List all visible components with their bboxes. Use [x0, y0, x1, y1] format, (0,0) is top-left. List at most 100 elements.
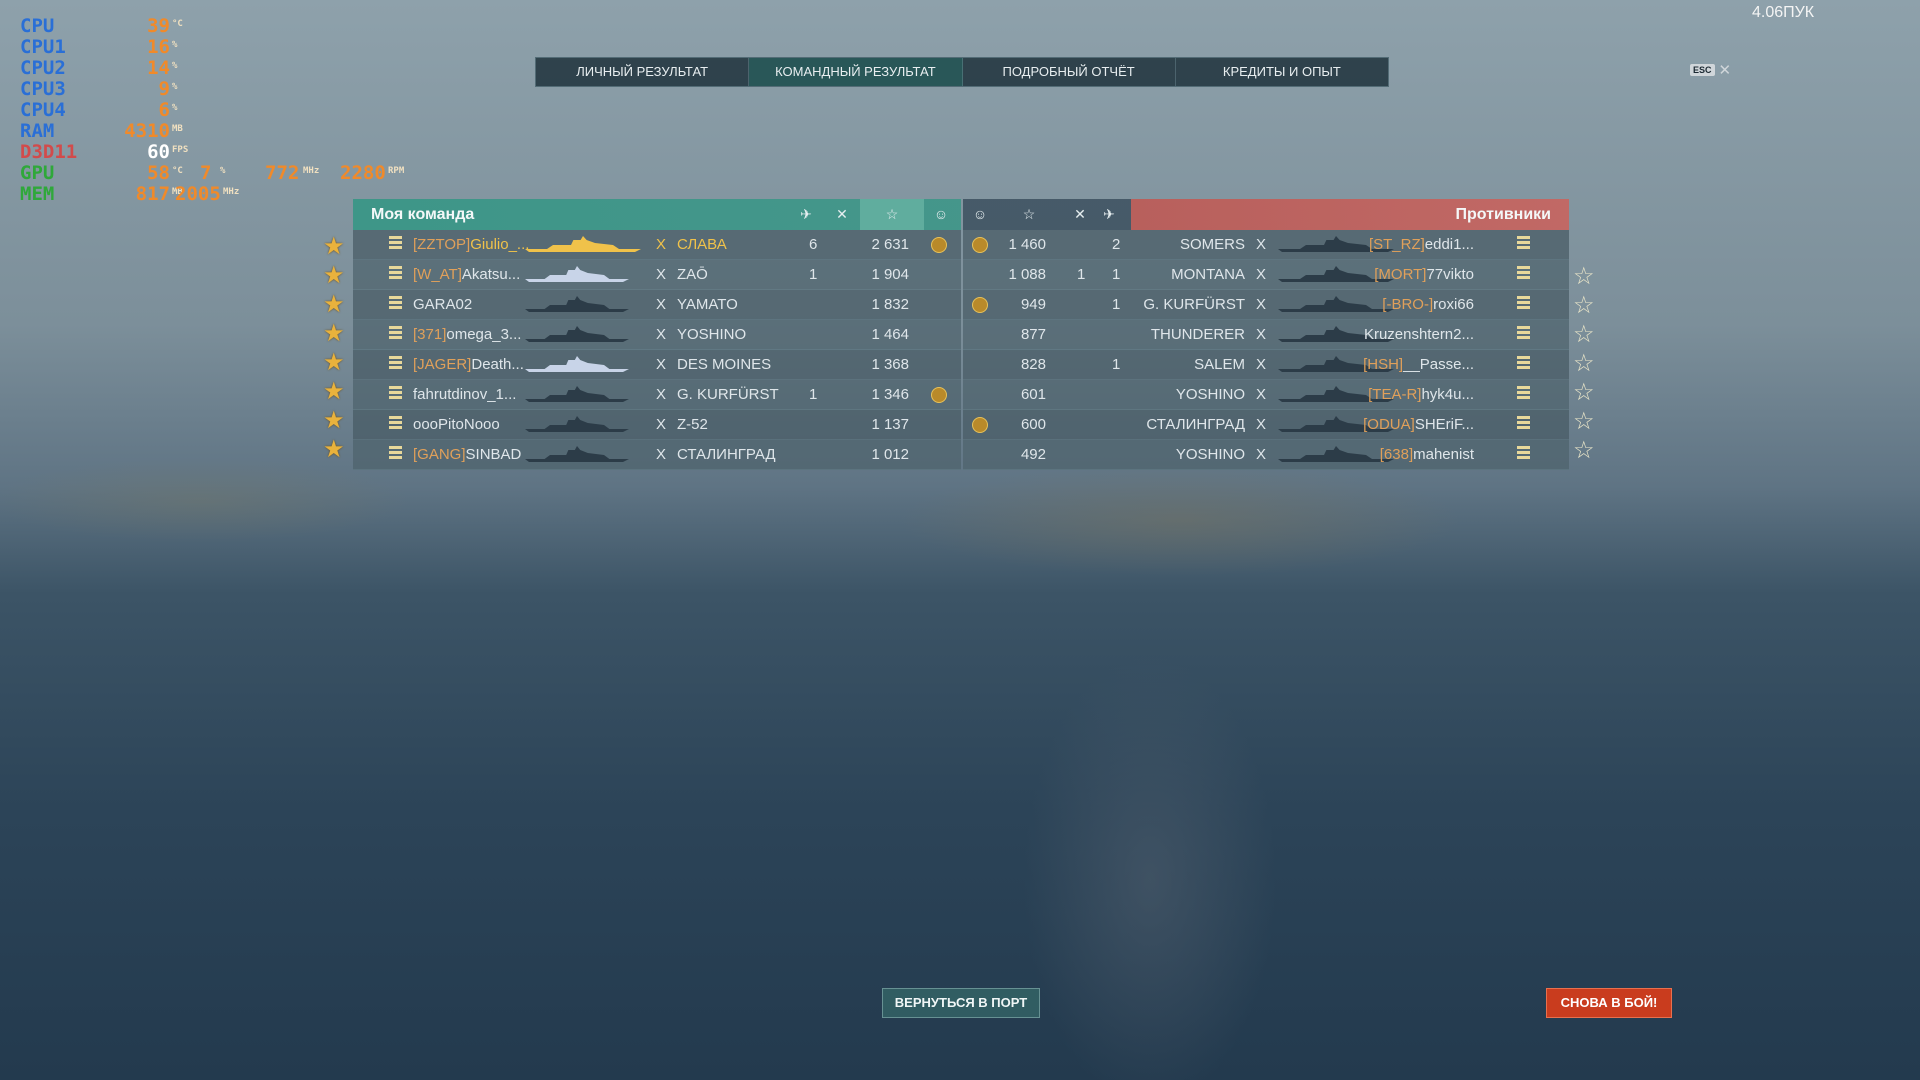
player-name: [HSH]__Passe... [1328, 350, 1474, 379]
table-row[interactable]: 1 460 2 SOMERS X [ST_RZ]eddi1... [963, 230, 1569, 260]
ship-silhouette-icon [525, 236, 641, 252]
table-row[interactable]: oooPitoNooo X Z-52 1 137 [353, 410, 961, 440]
base-xp-value: 949 [1020, 296, 1046, 313]
hud-unit: % [172, 61, 178, 71]
player-nick: SHEriF... [1414, 416, 1474, 433]
hud-row: CPU3 9% [20, 79, 280, 100]
player-nick: eddi1... [1424, 236, 1474, 253]
player-star-icon[interactable]: ★ [323, 232, 345, 261]
hud-label: CPU [20, 15, 55, 37]
rank-icon [1517, 416, 1530, 433]
add-friend-star-icon[interactable]: ☆ [1573, 436, 1595, 465]
hud-unit: % [172, 82, 178, 92]
table-row[interactable]: [371]omega_3... X YOSHINO 1 464 [353, 320, 961, 350]
hud-extra-unit: MHz [223, 187, 240, 197]
player-nick: __Passe... [1403, 356, 1474, 373]
player-star-icon[interactable]: ★ [323, 348, 345, 377]
tab-personal-result[interactable]: ЛИЧНЫЙ РЕЗУЛЬТАТ [536, 58, 750, 86]
close-button[interactable]: ESC ✕ [1690, 61, 1731, 79]
ships-destroyed-icon: ✕ [1074, 206, 1086, 222]
tab-detailed-report[interactable]: ПОДРОБНЫЙ ОТЧЁТ [963, 58, 1176, 86]
table-row[interactable]: 601 YOSHINO X [TEA-R]hyk4u... [963, 380, 1569, 410]
clan-tag: [W_AT] [413, 266, 462, 283]
hud-unit: °C [172, 166, 183, 176]
hud-unit: % [172, 40, 178, 50]
table-row[interactable]: 1 088 1 1 MONTANA X [MORT]77vikto [963, 260, 1569, 290]
hud-label: CPU2 [20, 57, 66, 79]
ship-name: THUNDERER [1150, 326, 1245, 343]
table-row[interactable]: 828 1 SALEM X [HSH]__Passe... [963, 350, 1569, 380]
table-row[interactable]: 949 1 G. KURFÜRST X [-BRO-]roxi66 [963, 290, 1569, 320]
ship-silhouette-icon [525, 326, 629, 342]
add-friend-star-icon[interactable]: ☆ [1573, 378, 1595, 407]
player-star-icon[interactable]: ★ [323, 377, 345, 406]
base-xp-value: 601 [1020, 386, 1046, 403]
player-nick: GARA02 [413, 296, 473, 313]
planes-shot-icon: ✈ [1103, 206, 1115, 222]
table-row[interactable]: fahrutdinov_1... X G. KURFÜRST 1 1 346 [353, 380, 961, 410]
player-name: [W_AT]Akatsu... [413, 260, 520, 289]
add-friend-star-icon[interactable]: ☆ [1573, 262, 1595, 291]
my-team-rows: [ZZTOP]Giulio_... X СЛАВА 6 2 631 [W_AT]Akats… [353, 230, 961, 470]
battle-again-button[interactable]: СНОВА В БОЙ! [1546, 988, 1672, 1018]
tab-team-result[interactable]: КОМАНДНЫЙ РЕЗУЛЬТАТ [749, 58, 963, 86]
player-name: [ZZTOP]Giulio_... [413, 230, 529, 259]
player-star-icon[interactable]: ★ [323, 435, 345, 464]
player-star-icon[interactable]: ★ [323, 261, 345, 290]
player-star-icon[interactable]: ★ [323, 290, 345, 319]
clan-tag: [ST_RZ] [1368, 236, 1425, 253]
hud-unit: MB [172, 124, 183, 134]
player-star-icon[interactable]: ★ [323, 406, 345, 435]
hud-label: MEM [20, 183, 55, 205]
add-friend-star-icon[interactable]: ☆ [1573, 320, 1595, 349]
base-xp-value: 1 464 [871, 326, 909, 343]
table-row[interactable]: 877 THUNDERER X Kruzenshtern2... [963, 320, 1569, 350]
table-row[interactable]: GARA02 X YAMATO 1 832 [353, 290, 961, 320]
ship-type-x: X [656, 296, 667, 313]
rank-icon [389, 446, 402, 463]
return-to-port-button[interactable]: ВЕРНУТЬСЯ В ПОРТ [882, 988, 1040, 1018]
hud-extra-value: 772 [265, 162, 300, 184]
base-xp-value: 1 460 [1008, 236, 1046, 253]
table-row[interactable]: [GANG]SINBAD X СТАЛИНГРАД 1 012 [353, 440, 961, 470]
table-row[interactable]: [ZZTOP]Giulio_... X СЛАВА 6 2 631 [353, 230, 961, 260]
tab-credits-xp[interactable]: КРЕДИТЫ И ОПЫТ [1176, 58, 1388, 86]
hud-value: 60 [147, 141, 170, 163]
table-row[interactable]: 492 YOSHINO X [638]mahenist [963, 440, 1569, 470]
hud-row: CPU2 14% [20, 58, 280, 79]
player-name: GARA02 [413, 290, 472, 319]
table-row[interactable]: [W_AT]Akatsu... X ZAŌ 1 1 904 [353, 260, 961, 290]
ship-silhouette-icon [525, 416, 629, 432]
ship-name: СЛАВА [677, 236, 727, 253]
top-right-label: 4.06ПУК [1752, 4, 1815, 21]
hud-label: CPU3 [20, 78, 66, 100]
hud-label: CPU4 [20, 99, 66, 121]
rank-icon [1517, 236, 1530, 253]
planes-shot-icon: ✈ [800, 206, 812, 222]
medal-icon: ☺ [933, 206, 949, 222]
hud-row: CPU1 16% [20, 37, 280, 58]
clan-tag: [638] [1379, 446, 1414, 463]
add-friend-star-icon[interactable]: ☆ [1573, 291, 1595, 320]
player-nick: oooPitoNooo [413, 416, 500, 433]
table-row[interactable]: [JAGER]Death... X DES MOINES 1 368 [353, 350, 961, 380]
ship-type-x: X [1256, 386, 1267, 403]
player-star-icon[interactable]: ★ [323, 319, 345, 348]
player-name: [ODUA]SHEriF... [1328, 410, 1474, 439]
add-friend-star-icon[interactable]: ☆ [1573, 407, 1595, 436]
medal-icon [931, 237, 947, 253]
player-nick: roxi66 [1433, 296, 1474, 313]
player-nick: Akatsu... [461, 266, 521, 283]
add-friend-star-icon[interactable]: ☆ [1573, 349, 1595, 378]
ship-name: ZAŌ [677, 266, 708, 283]
player-nick: Death... [471, 356, 524, 373]
player-nick: fahrutdinov_1... [413, 386, 517, 403]
clan-tag: [-BRO-] [1382, 296, 1434, 313]
base-xp-star-icon: ☆ [885, 206, 899, 222]
hud-extra-value: 2005 [175, 183, 221, 205]
hud-value: 4310 [124, 120, 170, 142]
ship-silhouette-icon [525, 386, 629, 402]
table-row[interactable]: 600 СТАЛИНГРАД X [ODUA]SHEriF... [963, 410, 1569, 440]
hud-unit: °C [172, 19, 183, 29]
result-tabs: ЛИЧНЫЙ РЕЗУЛЬТАТ КОМАНДНЫЙ РЕЗУЛЬТАТ ПОД… [535, 57, 1389, 87]
